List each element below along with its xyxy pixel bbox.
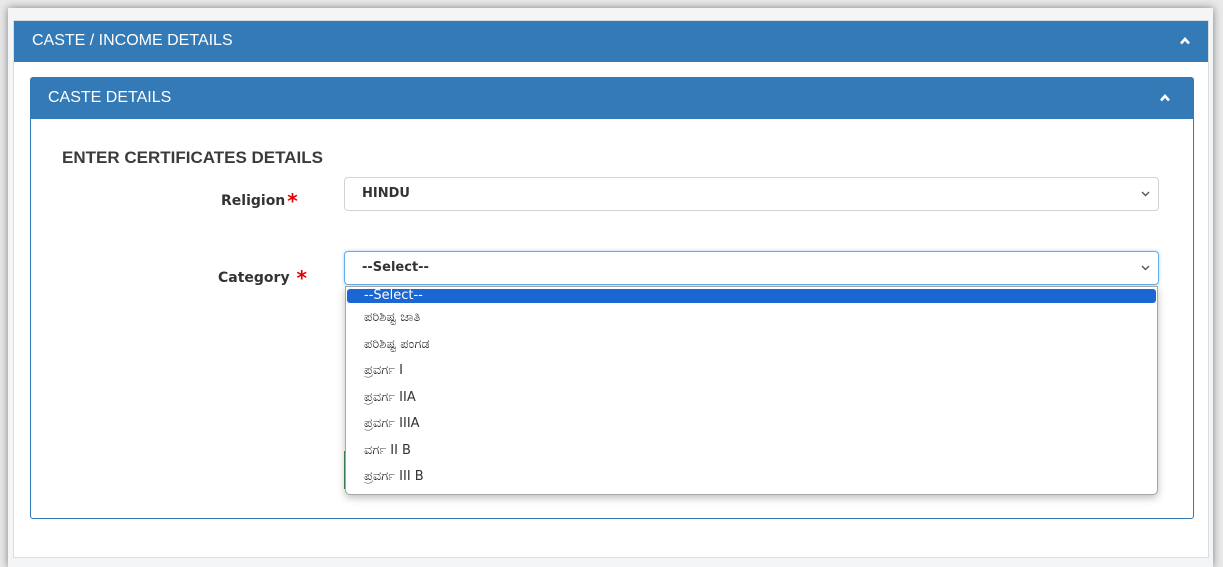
dropdown-option[interactable]: ಪ್ರವರ್ಗ IIIA — [347, 411, 1156, 438]
chevron-down-icon — [1141, 265, 1150, 271]
religion-select-value: HINDU — [362, 186, 410, 201]
dropdown-option[interactable]: ಪರಿಶಿಷ್ಟ ಜಾತಿ — [347, 305, 1156, 332]
dropdown-option[interactable]: ಪ್ರವರ್ಗ I — [347, 358, 1156, 385]
caste-income-panel-header[interactable]: CASTE / INCOME DETAILS — [14, 21, 1208, 62]
religion-select[interactable]: HINDU — [344, 177, 1159, 211]
religion-label: Religion * — [221, 186, 298, 213]
dropdown-option[interactable]: --Select-- — [347, 289, 1156, 303]
dropdown-option[interactable]: ಪರಿಶಿಷ್ಟ ಪಂಗಡ — [347, 332, 1156, 359]
dropdown-option[interactable]: ಪ್ರವರ್ಗ IIA — [347, 385, 1156, 412]
category-select[interactable]: --Select-- — [344, 251, 1159, 285]
caste-income-panel-title: CASTE / INCOME DETAILS — [32, 32, 233, 49]
dropdown-option[interactable]: ವರ್ಗ II B — [347, 438, 1156, 465]
category-dropdown-list[interactable]: --Select-- ಪರಿಶಿಷ್ಟ ಜಾತಿ ಪರಿಶಿಷ್ಟ ಪಂಗಡ ಪ… — [345, 286, 1158, 495]
caste-details-panel-header[interactable]: CASTE DETAILS — [31, 78, 1193, 119]
chevron-up-icon[interactable] — [1180, 36, 1190, 46]
category-label-text: Category — [218, 270, 290, 286]
category-label: Category * — [218, 263, 307, 290]
required-mark: * — [287, 189, 298, 213]
caste-details-panel-title: CASTE DETAILS — [48, 89, 172, 106]
chevron-up-icon[interactable] — [1160, 93, 1170, 103]
dropdown-option[interactable]: ಪ್ರವರ್ಗ III B — [347, 464, 1156, 491]
section-title: ENTER CERTIFICATES DETAILS — [62, 148, 323, 167]
religion-label-text: Religion — [221, 193, 286, 209]
required-mark: * — [296, 266, 307, 290]
category-select-value: --Select-- — [362, 260, 429, 275]
chevron-down-icon — [1141, 191, 1150, 197]
